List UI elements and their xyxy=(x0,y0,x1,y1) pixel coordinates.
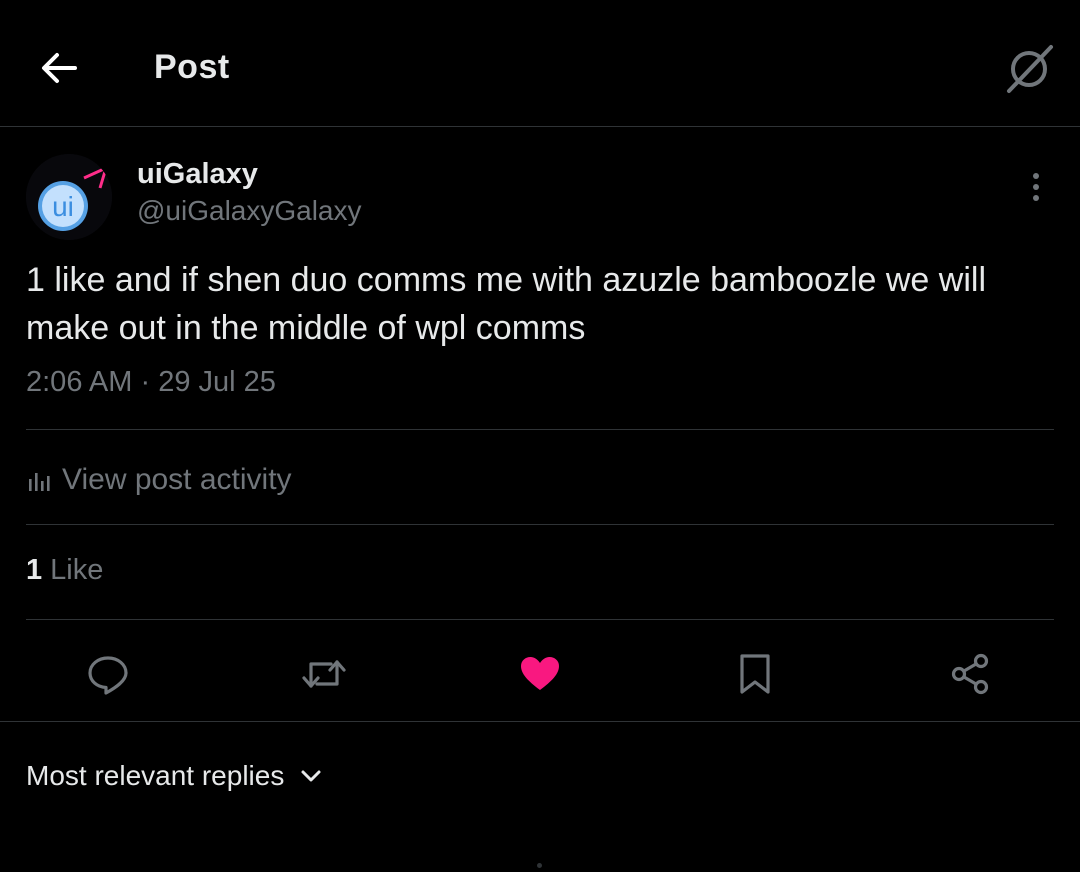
share-icon xyxy=(951,653,989,695)
arrow-left-icon xyxy=(42,53,77,83)
svg-text:ui: ui xyxy=(52,191,74,222)
more-options-button[interactable] xyxy=(1016,164,1056,210)
back-button[interactable] xyxy=(28,40,90,96)
comment-icon xyxy=(88,656,128,695)
repost-icon xyxy=(302,660,346,688)
post-timestamp: 2:06 AM · 29 Jul 25 xyxy=(26,366,276,399)
repost-button[interactable] xyxy=(294,644,354,704)
avatar[interactable]: ui xyxy=(26,154,112,240)
meta-separator: · xyxy=(140,366,151,398)
post-text: 1 like and if shen duo comms me with azu… xyxy=(26,261,987,347)
divider xyxy=(26,524,1054,525)
divider xyxy=(0,721,1080,722)
divider xyxy=(26,619,1054,620)
replies-sort-dropdown[interactable]: Most relevant replies xyxy=(26,754,322,798)
activity-label: View post activity xyxy=(62,463,292,496)
bar-chart-icon xyxy=(29,473,50,491)
bookmark-button[interactable] xyxy=(725,644,785,704)
post-time: 2:06 AM xyxy=(26,366,133,398)
author-name[interactable]: uiGalaxy xyxy=(137,158,258,191)
sort-label: Most relevant replies xyxy=(26,760,285,791)
author-handle[interactable]: @uiGalaxyGalaxy xyxy=(137,195,362,227)
bookmark-icon xyxy=(740,654,770,694)
grok-icon xyxy=(1007,45,1053,93)
likes-summary[interactable]: 1 Like xyxy=(26,554,103,587)
page-title: Post xyxy=(154,48,230,86)
heart-icon xyxy=(521,657,559,690)
divider xyxy=(26,429,1054,430)
grok-button[interactable] xyxy=(998,38,1060,100)
like-button[interactable] xyxy=(510,644,570,704)
post-date: 29 Jul 25 xyxy=(158,366,276,398)
scroll-indicator xyxy=(537,863,542,868)
share-button[interactable] xyxy=(940,644,1000,704)
reply-button[interactable] xyxy=(78,644,138,704)
likes-label: Like xyxy=(50,554,104,586)
more-vertical-icon xyxy=(1033,173,1039,201)
likes-count: 1 xyxy=(26,554,43,586)
chevron-down-icon xyxy=(300,769,322,783)
view-post-activity-button[interactable]: View post activity xyxy=(26,456,292,504)
avatar-image: ui xyxy=(26,154,112,240)
